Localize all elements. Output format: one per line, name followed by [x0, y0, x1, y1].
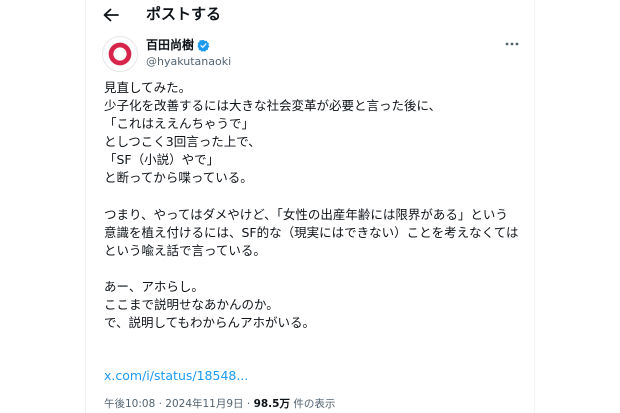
page-title: ポストする — [146, 5, 222, 23]
tweet-line: つまり、やってはダメやけど、「女性の出産年齢には限界がある」という — [104, 206, 508, 222]
more-horizontal-icon — [505, 42, 519, 46]
tweet-line: 見直してみた。 — [104, 80, 192, 95]
meta-separator: · — [155, 398, 166, 410]
arrow-left-icon — [103, 8, 119, 22]
avatar[interactable] — [102, 36, 138, 72]
author-handle[interactable]: @hyakutanaoki — [146, 54, 231, 69]
post-detail-column: ポストする 百田尚樹 @hyakutanaoki 見直してみた。 少子化を改善す… — [85, 0, 535, 413]
tweet-line: という喩え話で言っている。 — [104, 242, 266, 258]
tweet-line: 「SF（小説）やで」 — [104, 152, 220, 168]
tweet-line — [104, 188, 524, 206]
verified-badge-icon — [197, 39, 210, 52]
post-meta: 午後10:08 · 2024年11月9日 · 98.5万 件の表示 — [104, 397, 335, 411]
post-date[interactable]: 2024年11月9日 — [165, 398, 243, 410]
tweet-text: 見直してみた。 少子化を改善するには大きな社会変革が必要と言った後に、 「これは… — [104, 79, 524, 332]
name-row: 百田尚樹 — [146, 37, 210, 53]
tweet-line: と断ってから喋っている。 — [104, 170, 253, 186]
views-label: 件の表示 — [289, 398, 336, 410]
status-link[interactable]: x.com/i/status/18548... — [104, 367, 248, 385]
tweet-line: 少子化を改善するには大きな社会変革が必要と言った後に、 — [104, 98, 442, 114]
more-options-button[interactable] — [504, 38, 520, 50]
back-button[interactable] — [98, 4, 124, 26]
views-count[interactable]: 98.5万 — [254, 398, 290, 410]
tweet-line: ここまで説明せなあかんのか。 — [104, 297, 279, 313]
post-time[interactable]: 午後10:08 — [104, 398, 155, 410]
tweet-line: 意識を植え付けるには、SF的な（現実にはできない）ことを考えなくては — [104, 224, 519, 240]
tweet-line: としつこく3回言った上で、 — [104, 134, 261, 150]
tweet-line — [104, 260, 524, 278]
avatar-logo-icon — [108, 42, 132, 66]
post-header: ポストする — [86, 0, 534, 32]
author-display-name[interactable]: 百田尚樹 — [146, 37, 194, 53]
tweet-line: で、説明してもわからんアホがいる。 — [104, 315, 316, 331]
meta-separator: · — [243, 398, 254, 410]
tweet-line: 「これはええんちゃうで」 — [104, 116, 255, 132]
author-row: 百田尚樹 @hyakutanaoki — [102, 36, 520, 74]
tweet-line: あー、アホらし。 — [104, 279, 204, 295]
